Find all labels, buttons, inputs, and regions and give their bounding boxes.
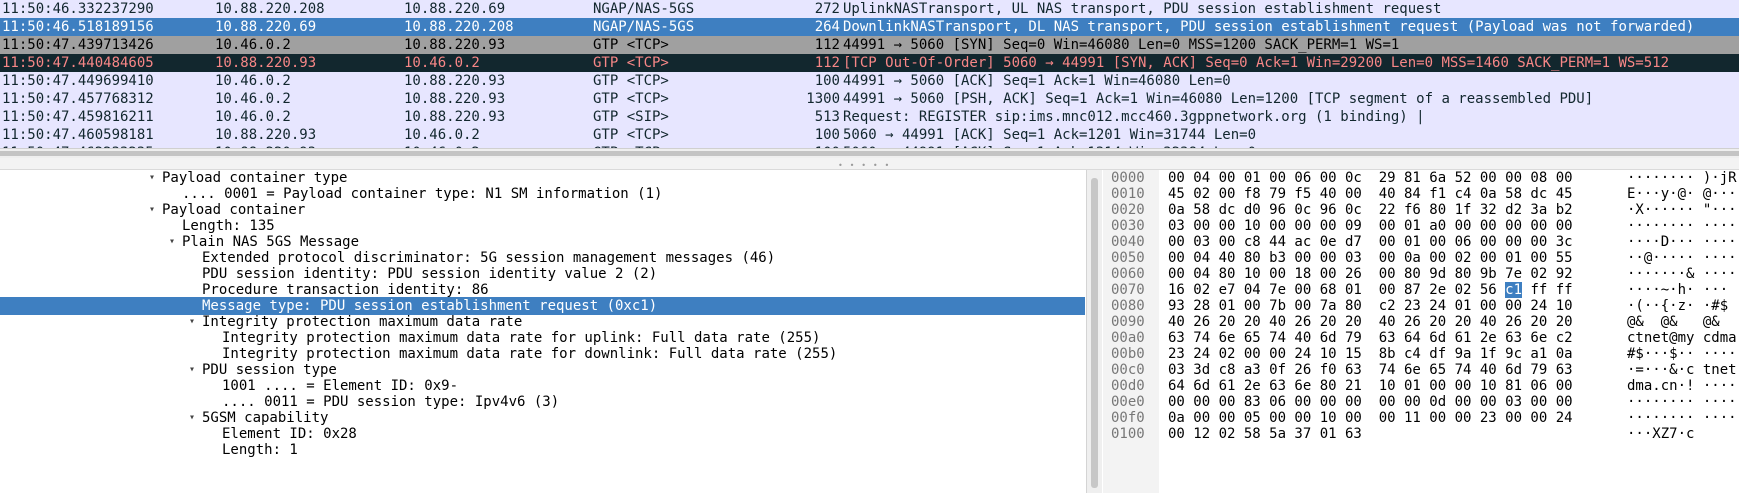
hex-text: 16 02 e7 04 7e 00 68 01 00 87 2e 02 56 [1168,282,1506,298]
packet-length: 100 [814,73,840,89]
packet-source: 10.88.220.208 [215,1,325,17]
hex-text: 0a 00 00 05 00 00 10 00 00 11 00 00 23 0… [1168,410,1573,426]
details-vertical-scrollbar[interactable] [1086,170,1102,493]
packet-source: 10.88.220.93 [215,55,317,71]
byte-offset: 0100 [1111,426,1145,442]
hex-text: 0a 58 dc d0 96 0c 96 0c 22 f6 80 1f 32 d… [1168,202,1573,218]
packet-source: 10.46.0.2 [215,91,291,107]
packet-source: 10.46.0.2 [215,73,291,89]
packet-time: 11:50:46.518189156 [2,19,154,35]
ascii-text[interactable]: ···XZ7·c [1627,425,1694,443]
packet-row[interactable]: 11:50:47.439713426 10.46.0.2 10.88.220.93 G… [0,36,1739,54]
hex-text: 23 24 02 00 00 24 10 15 8b c4 df 9a 1f 9… [1168,346,1573,362]
packet-time: 11:50:46.332237290 [2,1,154,17]
splitter-grip-icon[interactable]: • • • • • [838,161,890,170]
packet-info: 44991 → 5060 [ACK] Seq=1 Ack=1 Win=46080… [843,73,1231,89]
hex-text: 00 04 00 01 00 06 00 0c 29 81 6a 52 00 0… [1168,170,1573,186]
scrollbar-thumb[interactable] [1091,178,1098,488]
packet-destination: 10.88.220.69 [404,1,506,17]
packet-time: 11:50:47.449699410 [2,73,154,89]
pane-splitter[interactable]: • • • • • [0,158,1739,170]
packet-info: 44991 → 5060 [PSH, ACK] Seq=1 Ack=1 Win=… [843,91,1594,107]
packet-source: 10.88.220.69 [215,19,317,35]
hex-text: 03 3d c8 a3 0f 26 f0 63 74 6e 65 74 40 6… [1168,362,1573,378]
packet-length: 112 [814,37,840,53]
packet-protocol: GTP <TCP> [593,127,669,143]
packet-source: 10.88.220.93 [215,127,317,143]
hex-text: 00 04 40 80 b3 00 00 03 00 0a 00 02 00 0… [1168,250,1573,266]
hex-text: 03 00 00 10 00 00 00 09 00 01 a0 00 00 0… [1168,218,1573,234]
packet-info: [TCP Out-Of-Order] 5060 → 44991 [SYN, AC… [843,55,1670,71]
packet-list-horizontal-scrollbar[interactable] [0,148,1739,158]
hex-text: 00 03 00 c8 44 ac 0e d7 00 01 00 06 00 0… [1168,234,1573,250]
tree-item[interactable]: Length: 1 [0,441,1085,459]
packet-row[interactable]: 11:50:47.449699410 10.46.0.2 10.88.220.93 G… [0,72,1739,90]
packet-protocol: GTP <TCP> [593,91,669,107]
packet-protocol: NGAP/NAS-5GS [593,1,695,17]
packet-row[interactable]: 11:50:47.459816211 10.46.0.2 10.88.220.93 G… [0,108,1739,126]
packet-info: 5060 → 44991 [ACK] Seq=1 Ack=1201 Win=31… [843,127,1257,143]
packet-time: 11:50:47.439713426 [2,37,154,53]
packet-source: 10.46.0.2 [215,37,291,53]
packet-info: 44991 → 5060 [SYN] Seq=0 Win=46080 Len=0… [843,37,1400,53]
scrollbar-thumb[interactable] [0,151,1739,156]
packet-length: 272 [814,1,840,17]
packet-row[interactable]: 11:50:47.460598181 10.88.220.93 10.46.0.2 G… [0,126,1739,144]
packet-length: 1300 [806,91,840,107]
packet-list[interactable]: 11:50:46.332237290 10.88.220.208 10.88.220… [0,0,1739,148]
packet-length: 100 [814,127,840,143]
packet-destination: 10.88.220.208 [404,19,514,35]
hex-text: 00 12 02 58 5a 37 01 63 [1168,426,1362,442]
packet-bytes-pane[interactable]: 0000 00 04 00 01 00 06 00 0c 29 81 6a 52 … [1103,170,1739,493]
packet-destination: 10.46.0.2 [404,55,480,71]
packet-time: 11:50:47.440484605 [2,55,154,71]
hex-text: 45 02 00 f8 79 f5 40 00 40 84 f1 c4 0a 5… [1168,186,1573,202]
packet-length: 112 [814,55,840,71]
hex-text: 93 28 01 00 7b 00 7a 80 c2 23 24 01 00 0… [1168,298,1573,314]
packet-row[interactable]: 11:50:46.518189156 10.88.220.69 10.88.220.… [0,18,1739,36]
hex-text: 63 74 6e 65 74 40 6d 79 63 64 6d 61 2e 6… [1168,330,1573,346]
packet-protocol: NGAP/NAS-5GS [593,19,695,35]
packet-row[interactable]: 11:50:46.332237290 10.88.220.208 10.88.220… [0,0,1739,18]
hex-bytes[interactable]: 00 12 02 58 5a 37 01 63 [1168,425,1362,443]
hex-text: 00 04 80 10 00 18 00 26 00 80 9d 80 9b 7… [1168,266,1573,282]
packet-details-tree[interactable]: ▾ Payload container type.... 0001 = Paylo… [0,170,1085,493]
packet-destination: 10.88.220.93 [404,37,506,53]
hex-text: ff ff [1522,282,1573,298]
packet-info: Request: REGISTER sip:ims.mnc012.mcc460.… [843,109,1425,125]
hex-text: 40 26 20 20 40 26 20 20 40 26 20 20 40 2… [1168,314,1573,330]
packet-time: 11:50:47.460598181 [2,127,154,143]
packet-length: 513 [814,109,840,125]
packet-info: UplinkNASTransport, UL NAS transport, PD… [843,1,1442,17]
packet-time: 11:50:47.459816211 [2,109,154,125]
packet-protocol: GTP <TCP> [593,37,669,53]
packet-protocol: GTP <SIP> [593,109,669,125]
highlighted-byte[interactable]: c1 [1505,282,1523,298]
packet-length: 264 [814,19,840,35]
hex-text: 64 6d 61 2e 63 6e 80 21 10 01 00 00 10 8… [1168,378,1573,394]
packet-destination: 10.46.0.2 [404,127,480,143]
packet-destination: 10.88.220.93 [404,73,506,89]
packet-protocol: GTP <TCP> [593,55,669,71]
packet-row[interactable]: 11:50:47.457768312 10.46.0.2 10.88.220.93 G… [0,90,1739,108]
hex-text: 00 00 00 83 06 00 00 00 00 00 0d 00 00 0… [1168,394,1573,410]
packet-destination: 10.88.220.93 [404,91,506,107]
tree-item-label: Length: 1 [222,442,298,458]
packet-time: 11:50:47.457768312 [2,91,154,107]
packet-info: DownlinkNASTransport, DL NAS transport, … [843,19,1695,35]
packet-protocol: GTP <TCP> [593,73,669,89]
packet-source: 10.46.0.2 [215,109,291,125]
packet-destination: 10.88.220.93 [404,109,506,125]
packet-row[interactable]: 11:50:47.440484605 10.88.220.93 10.46.0.2 G… [0,54,1739,72]
